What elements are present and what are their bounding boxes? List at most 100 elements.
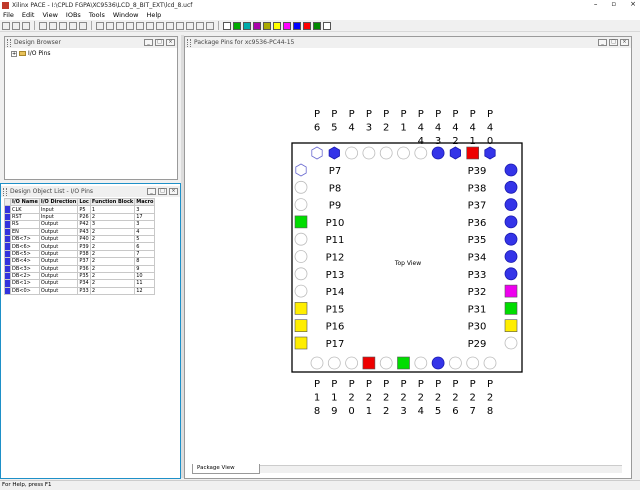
column-header[interactable]: I/O Direction <box>38 197 79 207</box>
zoom-in-icon[interactable] <box>106 21 114 30</box>
table-cell[interactable]: Output <box>38 279 79 288</box>
help-icon[interactable] <box>206 21 214 30</box>
table-cell[interactable]: P33 <box>77 286 91 296</box>
paste-icon[interactable] <box>59 21 67 30</box>
menu-tools[interactable]: Tools <box>89 11 105 19</box>
color-swatch[interactable] <box>273 21 281 30</box>
table-cell[interactable]: Output <box>38 249 79 259</box>
table-cell[interactable]: 10 <box>134 271 156 281</box>
cut-icon[interactable] <box>39 21 47 30</box>
close-icon[interactable]: × <box>620 39 629 46</box>
color-swatch[interactable] <box>233 21 241 30</box>
table-row[interactable]: DB<7> Output P40 2 5 <box>4 234 156 244</box>
minimize-icon[interactable]: _ <box>144 39 153 46</box>
table-cell[interactable]: EN <box>10 227 40 236</box>
color-swatch[interactable] <box>323 21 331 30</box>
table-cell[interactable]: 9 <box>134 264 156 273</box>
table-row[interactable]: DB<0> Output P33 2 12 <box>4 286 156 296</box>
table-cell[interactable]: 6 <box>134 242 156 251</box>
open-icon[interactable] <box>12 21 20 30</box>
table-cell[interactable]: 4 <box>134 227 156 236</box>
table-row[interactable]: CLK Input P5 1 3 <box>4 205 156 214</box>
column-header[interactable]: I/O Name <box>10 197 40 207</box>
table-row[interactable]: DB<6> Output P39 2 6 <box>4 242 156 251</box>
rotate-icon[interactable] <box>146 21 154 30</box>
table-cell[interactable]: Output <box>38 220 79 229</box>
panel-grip[interactable] <box>3 187 7 196</box>
check-icon[interactable] <box>79 21 87 30</box>
table-cell[interactable]: 3 <box>134 205 156 214</box>
table-cell[interactable]: 2 <box>89 264 136 273</box>
restore-icon[interactable]: □ <box>155 39 164 46</box>
table-cell[interactable]: 2 <box>89 271 136 281</box>
color-swatch[interactable] <box>253 21 261 30</box>
table-row[interactable]: DB<1> Output P34 2 11 <box>4 279 156 288</box>
table-cell[interactable]: CLK <box>10 205 40 214</box>
color-swatch[interactable] <box>293 21 301 30</box>
color-swatch[interactable] <box>223 21 231 30</box>
table-cell[interactable]: 17 <box>134 212 156 222</box>
zoom-out-icon[interactable] <box>116 21 124 30</box>
grid-icon[interactable] <box>166 21 174 30</box>
tab-package-view[interactable]: Package View <box>192 464 260 474</box>
table-cell[interactable]: RS <box>10 220 40 229</box>
restore-icon[interactable]: □ <box>158 188 167 195</box>
color-swatch[interactable] <box>243 21 251 30</box>
table-cell[interactable]: 7 <box>134 249 156 259</box>
menu-file[interactable]: File <box>3 11 14 19</box>
table-cell[interactable]: DB<6> <box>10 242 40 251</box>
table-cell[interactable]: P42 <box>77 220 91 229</box>
probe-icon[interactable] <box>196 21 204 30</box>
color-swatch[interactable] <box>263 21 271 30</box>
table-cell[interactable]: DB<5> <box>10 249 40 259</box>
table-cell[interactable]: 2 <box>89 249 136 259</box>
menu-iobs[interactable]: IOBs <box>66 11 81 19</box>
ruler-icon[interactable] <box>176 21 184 30</box>
color-swatch[interactable] <box>283 21 291 30</box>
table-cell[interactable]: 2 <box>89 212 136 222</box>
table-cell[interactable]: DB<4> <box>10 257 40 266</box>
table-cell[interactable]: DB<3> <box>10 264 40 273</box>
table-cell[interactable]: 2 <box>89 234 136 244</box>
table-cell[interactable]: DB<7> <box>10 234 40 244</box>
table-cell[interactable]: Output <box>38 242 79 251</box>
table-cell[interactable]: P26 <box>77 212 91 222</box>
table-cell[interactable]: 2 <box>89 257 136 266</box>
table-cell[interactable]: Output <box>38 264 79 273</box>
close-icon[interactable]: × <box>169 188 178 195</box>
table-cell[interactable]: Output <box>38 234 79 244</box>
menu-view[interactable]: View <box>42 11 57 19</box>
table-cell[interactable]: P37 <box>77 257 91 266</box>
column-header[interactable]: Loc <box>77 197 91 207</box>
table-cell[interactable]: P5 <box>77 205 91 214</box>
table-cell[interactable]: P35 <box>77 271 91 281</box>
table-cell[interactable]: P39 <box>77 242 91 251</box>
table-row[interactable]: DB<2> Output P35 2 10 <box>4 271 156 281</box>
menu-help[interactable]: Help <box>146 11 161 19</box>
table-cell[interactable]: RST <box>10 212 40 222</box>
color-swatch[interactable] <box>313 21 321 30</box>
table-cell[interactable]: 11 <box>134 279 156 288</box>
table-cell[interactable]: Output <box>38 271 79 281</box>
table-cell[interactable]: 8 <box>134 257 156 266</box>
panel-grip[interactable] <box>187 38 191 47</box>
table-row[interactable]: DB<4> Output P37 2 8 <box>4 257 156 266</box>
minimize-icon[interactable]: – <box>594 0 598 8</box>
column-header[interactable]: Macro <box>134 197 156 207</box>
table-cell[interactable]: DB<1> <box>10 279 40 288</box>
table-cell[interactable]: 3 <box>134 220 156 229</box>
maximize-icon[interactable]: ▫ <box>611 0 616 8</box>
table-row[interactable]: RS Output P42 3 3 <box>4 220 156 229</box>
table-cell[interactable]: P40 <box>77 234 91 244</box>
zoom-area-icon[interactable] <box>126 21 134 30</box>
table-cell[interactable]: Output <box>38 286 79 296</box>
column-header[interactable]: Function Block <box>89 197 136 207</box>
table-cell[interactable]: Output <box>38 227 79 236</box>
horizontal-scrollbar[interactable] <box>260 465 622 473</box>
flip-icon[interactable] <box>156 21 164 30</box>
minimize-icon[interactable]: _ <box>598 39 607 46</box>
panel-grip[interactable] <box>7 38 11 47</box>
restore-icon[interactable]: □ <box>609 39 618 46</box>
table-cell[interactable]: 3 <box>89 220 136 229</box>
table-row[interactable]: RST Input P26 2 17 <box>4 212 156 222</box>
